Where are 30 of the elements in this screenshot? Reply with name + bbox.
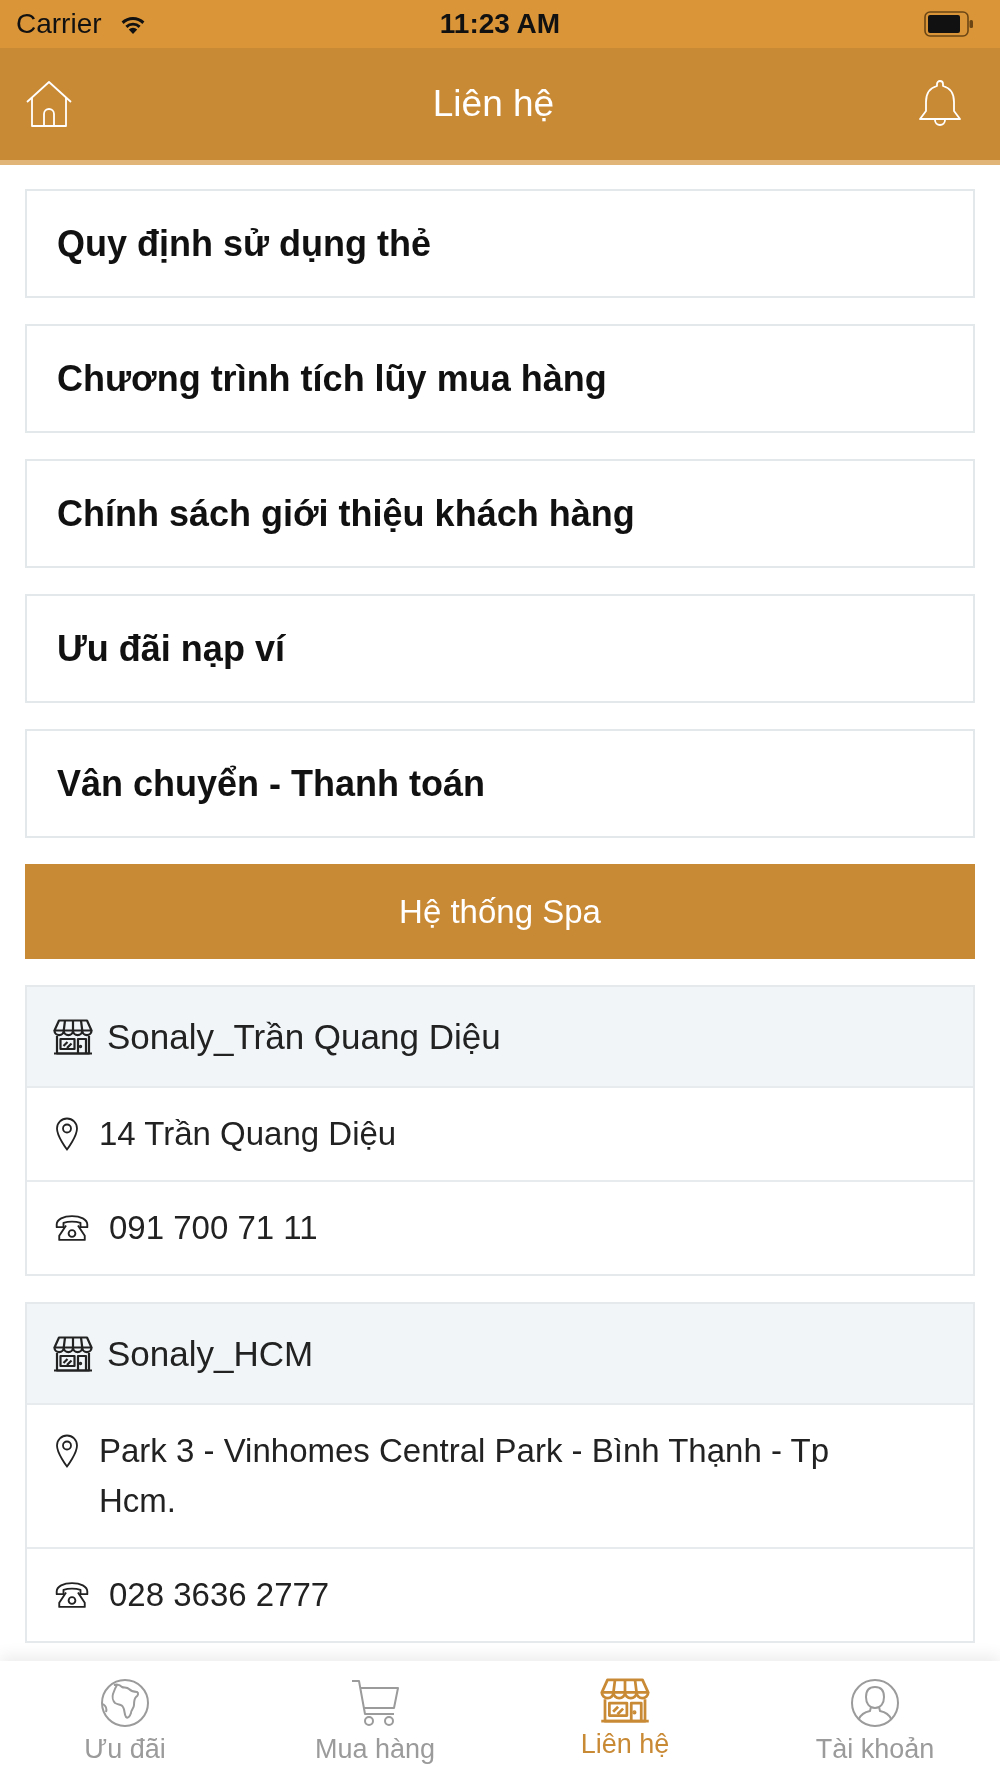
- globe-icon: [100, 1678, 150, 1728]
- spa-name: Sonaly_HCM: [107, 1332, 314, 1375]
- section-header: Hệ thống Spa: [25, 864, 975, 959]
- menu-item[interactable]: Chính sách giới thiệu khách hàng: [25, 459, 975, 568]
- battery-icon: [924, 11, 974, 37]
- menu-item[interactable]: Vân chuyển - Thanh toán: [25, 729, 975, 838]
- status-time: 11:23 AM: [439, 8, 561, 40]
- telephone-icon: [55, 1581, 89, 1609]
- phone-number: 091 700 71 11: [109, 1208, 318, 1248]
- menu-item[interactable]: Ưu đãi nạp ví: [25, 594, 975, 703]
- store-icon: [600, 1678, 650, 1723]
- home-icon: [25, 80, 73, 128]
- carrier-name: Carrier: [16, 8, 102, 40]
- address-text: 14 Trần Quang Diệu: [99, 1114, 397, 1154]
- menu-item[interactable]: Quy định sử dụng thẻ: [25, 189, 975, 298]
- telephone-icon: [55, 1214, 89, 1242]
- notifications-button[interactable]: [918, 79, 962, 129]
- menu-item[interactable]: Chương trình tích lũy mua hàng: [25, 324, 975, 433]
- bell-icon: [918, 79, 962, 129]
- map-pin-icon: [55, 1117, 79, 1151]
- map-pin-icon: [55, 1434, 79, 1468]
- user-icon: [850, 1678, 900, 1728]
- spa-name: Sonaly_Trần Quang Diệu: [107, 1015, 501, 1058]
- store-icon: [53, 1335, 93, 1372]
- screen-title: Liên hệ: [432, 82, 555, 126]
- phone-number: 028 3636 2777: [109, 1575, 330, 1615]
- cart-icon: [350, 1678, 400, 1728]
- store-icon: [53, 1018, 93, 1055]
- home-button[interactable]: [25, 80, 73, 128]
- address-text: Park 3 - Vinhomes Central Park - Bình Thạnh - Tp Hcm.: [99, 1431, 830, 1521]
